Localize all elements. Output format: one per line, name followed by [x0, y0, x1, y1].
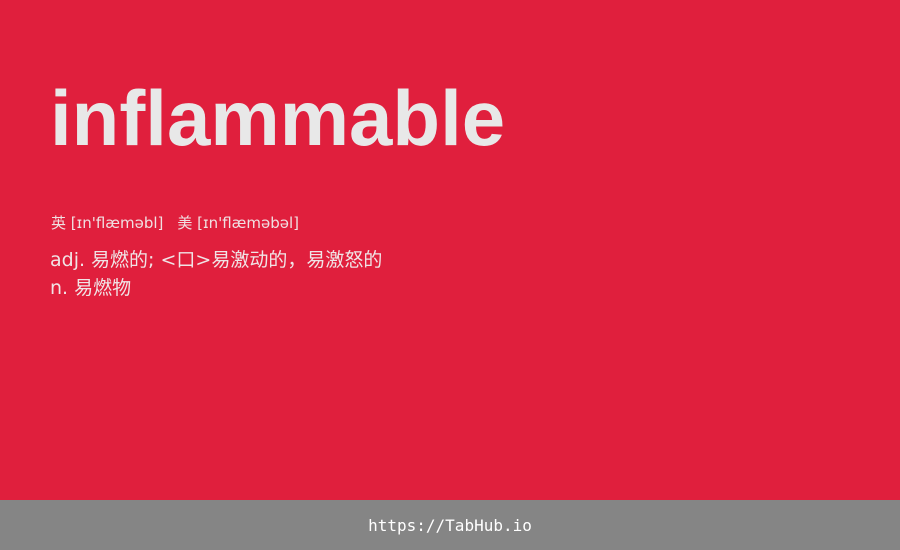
phonetics: 英 [ɪn'flæməbl] 美 [ɪn'flæməbəl] — [51, 212, 313, 233]
phonetic-us: 美 [ɪn'flæməbəl] — [177, 214, 300, 232]
tabhub-link[interactable]: https://TabHub.io — [368, 516, 532, 535]
definition-adj: adj. 易燃的; <口>易激动的，易激怒的 — [50, 249, 383, 271]
definitions: adj. 易燃的; <口>易激动的，易激怒的 n. 易燃物 — [50, 246, 382, 302]
phonetic-uk: 英 [ɪn'flæməbl] — [51, 214, 164, 232]
word-title: inflammable — [50, 74, 506, 162]
footer: https://TabHub.io — [0, 500, 900, 550]
definition-noun: n. 易燃物 — [50, 277, 132, 299]
